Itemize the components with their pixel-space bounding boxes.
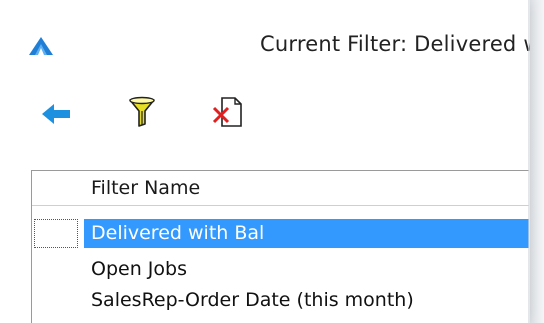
table-row[interactable]: Open Jobs <box>32 255 529 284</box>
table-row[interactable]: Delivered with Bal <box>32 219 529 248</box>
delete-document-icon <box>212 97 242 127</box>
table-row[interactable]: SalesRep-Order Date (this month) <box>32 286 529 315</box>
screenshot-edge-shadow <box>528 0 544 323</box>
delete-filter-button[interactable] <box>210 94 246 130</box>
toolbar <box>0 88 530 148</box>
filter-name-cell[interactable]: Delivered with Bal <box>84 219 529 248</box>
filter-name-cell[interactable]: SalesRep-Order Date (this month) <box>84 286 529 315</box>
row-indicator[interactable] <box>32 286 82 315</box>
back-button[interactable] <box>38 96 74 132</box>
filter-name-cell[interactable]: Open Jobs <box>84 255 529 284</box>
column-header-filter-name[interactable]: Filter Name <box>91 177 200 199</box>
funnel-icon <box>129 96 155 127</box>
grid-header: Filter Name <box>32 171 529 206</box>
title-bar <box>0 0 530 22</box>
filter-grid: Filter Name Delivered with Bal Open Jobs… <box>31 170 529 323</box>
filter-window: Current Filter: Delivered with Bal Filte… <box>0 0 530 323</box>
filter-button[interactable] <box>124 94 160 130</box>
window-title: Current Filter: Delivered with Bal <box>260 32 530 56</box>
row-indicator[interactable] <box>32 255 82 284</box>
row-indicator[interactable] <box>34 219 78 248</box>
triangle-logo-icon <box>29 37 53 55</box>
left-arrow-icon <box>42 104 70 124</box>
